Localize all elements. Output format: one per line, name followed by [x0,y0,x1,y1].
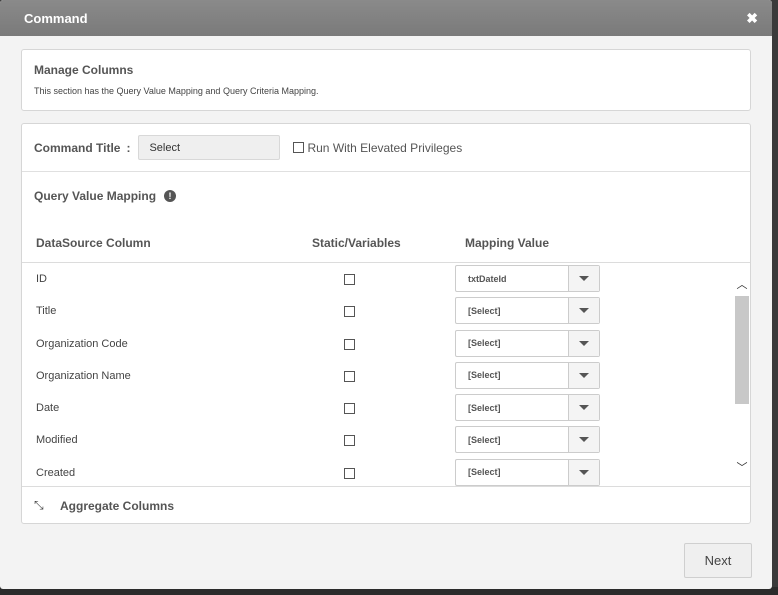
dropdown-toggle[interactable] [568,330,599,356]
dropdown-value: [Select] [468,338,501,349]
command-title-colon: : [126,140,131,155]
static-checkbox[interactable] [344,435,355,447]
elevated-privileges-label: Run With Elevated Privileges [307,140,463,155]
static-checkbox[interactable] [344,306,355,318]
caret-down-icon [579,469,589,475]
dialog-header: Command ✖ [0,0,772,36]
command-title-select[interactable]: Select [138,135,281,160]
mapping-value-dropdown[interactable]: [Select] [455,458,600,486]
table-row: Organization Name [Select] [22,360,734,392]
command-title-row: Command Title : Select Run With Elevated… [22,124,750,172]
table-row: Modified [Select] [22,424,734,456]
dropdown-value: [Select] [468,305,501,316]
dropdown-toggle[interactable] [568,362,599,388]
static-checkbox[interactable] [344,370,355,382]
mapping-value-header: Mapping Value [465,236,550,250]
caret-down-icon [579,276,589,281]
command-dialog: Command ✖ Manage Columns This section ha… [0,0,772,589]
dropdown-toggle[interactable] [568,427,599,453]
dropdown-value: [Select] [468,370,501,381]
datasource-column-header: DataSource Column [36,236,151,250]
manage-columns-description: This section has the Query Value Mapping… [34,86,319,96]
mapping-value-dropdown[interactable]: [Select] [455,394,600,422]
static-checkbox[interactable] [344,467,355,479]
static-variables-header: Static/Variables [312,236,401,250]
dropdown-toggle[interactable] [568,266,599,291]
mapping-value-dropdown[interactable]: [Select] [455,426,600,454]
dropdown-value: txtDateId [468,273,507,284]
rows-scrollbar[interactable]: ︿ ﹀ [734,263,750,486]
table-row: Created [Select] [22,457,734,486]
table-row: Organization Code [Select] [22,328,734,360]
mapping-rows: ID txtDateId Title [Select] Organization… [22,263,734,486]
manage-columns-panel: Manage Columns This section has the Quer… [21,49,751,111]
dialog-title: Command [24,10,88,26]
caret-down-icon [579,437,589,443]
row-label: Created [36,466,76,479]
row-label: Organization Name [36,369,131,382]
dropdown-value: [Select] [468,467,501,478]
query-value-mapping-heading: Query Value Mapping ! [34,189,177,203]
static-checkbox[interactable] [344,338,355,350]
elevated-privileges-checkbox[interactable] [293,142,305,153]
chevron-up-icon[interactable]: ︿ [736,279,748,291]
dropdown-toggle[interactable] [568,459,599,485]
table-row: Date [Select] [22,392,734,424]
dropdown-toggle[interactable] [568,298,599,324]
static-checkbox[interactable] [344,274,355,285]
row-label: Title [36,305,57,318]
caret-down-icon [579,308,589,314]
command-title-label: Command Title [34,140,121,155]
collapse-arrows-icon: ⤡ [34,498,44,512]
mapping-value-dropdown[interactable]: [Select] [455,329,600,357]
info-icon[interactable]: ! [164,190,177,202]
manage-columns-title: Manage Columns [34,63,134,77]
next-button[interactable]: Next [684,543,752,578]
aggregate-columns-label: Aggregate Columns [60,498,175,513]
mapping-value-dropdown[interactable]: [Select] [455,297,600,325]
table-row: ID txtDateId [22,263,734,295]
mapping-value-dropdown[interactable]: [Select] [455,361,600,389]
mapping-value-dropdown[interactable]: txtDateId [455,265,600,292]
command-mapping-panel: Command Title : Select Run With Elevated… [21,123,751,524]
scrollbar-thumb[interactable] [735,296,749,404]
dropdown-toggle[interactable] [568,395,599,421]
caret-down-icon [579,372,589,378]
dropdown-value: [Select] [468,434,501,445]
caret-down-icon [579,405,589,411]
close-icon[interactable]: ✖ [746,11,758,25]
row-label: Organization Code [36,337,128,350]
row-label: Modified [36,434,78,447]
dropdown-value: [Select] [468,402,501,413]
aggregate-columns-row[interactable]: ⤡ Aggregate Columns [22,486,750,524]
table-row: Title [Select] [22,295,734,327]
caret-down-icon [579,340,589,346]
elevated-privileges-option[interactable]: Run With Elevated Privileges [293,141,462,155]
static-checkbox[interactable] [344,403,355,415]
row-label: ID [36,273,47,285]
query-value-mapping-title: Query Value Mapping [34,189,157,203]
row-label: Date [36,402,60,415]
chevron-down-icon[interactable]: ﹀ [736,462,748,474]
